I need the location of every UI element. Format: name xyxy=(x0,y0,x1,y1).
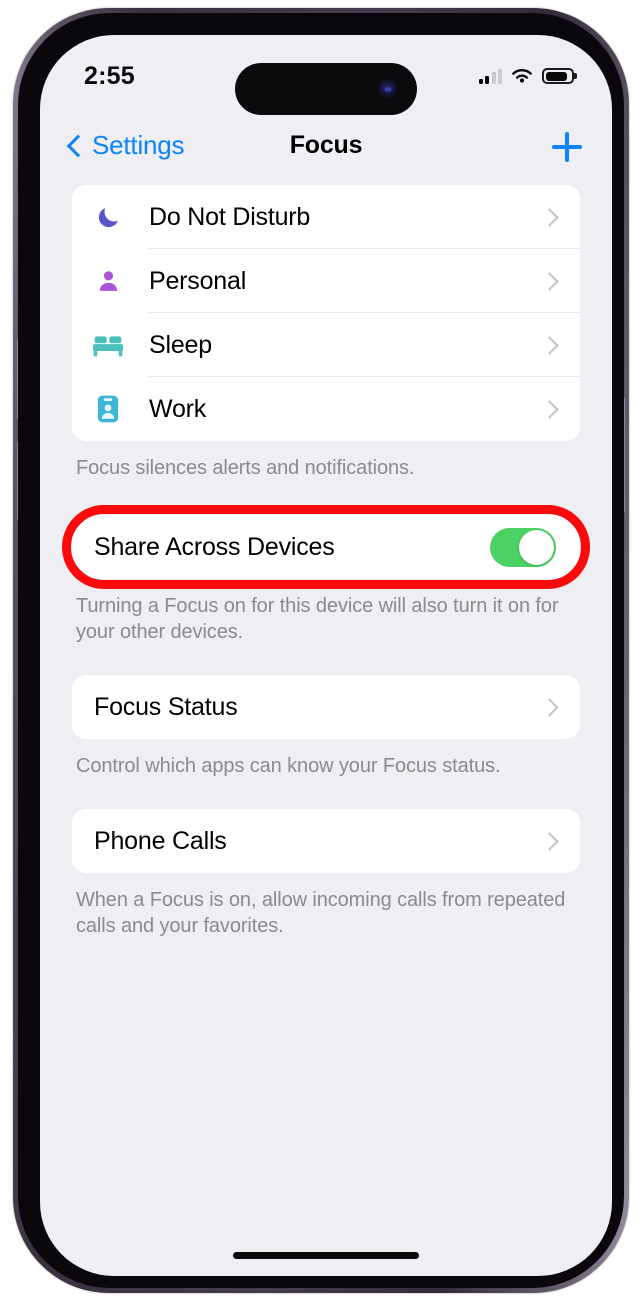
toggle-knob xyxy=(519,529,554,565)
phone-frame: 2:55 Settings Focus Do Not Disturb Perso… xyxy=(13,8,629,1293)
focus-item-work[interactable]: Work xyxy=(72,377,580,441)
focus-item-label: Personal xyxy=(149,266,247,295)
status-time: 2:55 xyxy=(84,62,135,90)
wifi-icon xyxy=(512,69,532,83)
phone-calls-footer: When a Focus is on, allow incoming calls… xyxy=(76,889,566,937)
phone-bezel: 2:55 Settings Focus Do Not Disturb Perso… xyxy=(18,13,624,1288)
battery-icon xyxy=(542,68,574,84)
share-across-devices-section: Share Across Devices xyxy=(40,505,612,589)
phone-calls-row[interactable]: Phone Calls xyxy=(72,809,580,873)
chevron-right-icon xyxy=(540,271,559,291)
phone-calls-section: Phone Calls When a Focus is on, allow in… xyxy=(40,809,612,939)
chevron-left-icon xyxy=(66,134,90,158)
chevron-right-icon xyxy=(540,399,559,419)
share-across-devices-footer: Turning a Focus on for this device will … xyxy=(76,595,559,643)
focus-status-section: Focus Status Control which apps can know… xyxy=(40,675,612,779)
chevron-right-icon xyxy=(540,697,559,717)
back-button-label: Settings xyxy=(92,130,185,160)
page-title: Focus xyxy=(289,131,363,159)
focus-status-row[interactable]: Focus Status xyxy=(72,675,580,739)
back-to-settings-button[interactable]: Settings xyxy=(66,130,185,161)
focus-status-label: Focus Status xyxy=(94,692,238,721)
status-indicators xyxy=(478,67,574,85)
navigation-bar: Settings Focus xyxy=(40,130,612,182)
front-camera-icon xyxy=(378,79,397,99)
add-focus-button[interactable] xyxy=(552,132,582,162)
focus-list-card: Do Not Disturb Personal Sleep Work xyxy=(72,185,580,441)
chevron-right-icon xyxy=(540,335,559,355)
focus-item-label: Sleep xyxy=(149,330,212,359)
focus-status-footer: Control which apps can know your Focus s… xyxy=(76,755,501,777)
focus-item-label: Work xyxy=(149,394,207,423)
focus-item-sleep[interactable]: Sleep xyxy=(72,313,580,377)
bed-icon xyxy=(90,328,126,362)
home-indicator[interactable] xyxy=(233,1252,419,1259)
share-across-devices-label: Share Across Devices xyxy=(94,532,335,561)
person-icon xyxy=(90,264,126,298)
dynamic-island xyxy=(235,63,417,115)
signal-bars-icon xyxy=(478,68,502,84)
moon-icon xyxy=(90,200,126,234)
settings-content: Do Not Disturb Personal Sleep Work Focus… xyxy=(40,185,612,939)
chevron-right-icon xyxy=(540,207,559,227)
focus-item-label: Do Not Disturb xyxy=(149,202,311,231)
share-across-devices-toggle[interactable] xyxy=(490,527,556,567)
phone-calls-label: Phone Calls xyxy=(94,826,227,855)
focus-list-footer: Focus silences alerts and notifications. xyxy=(76,457,415,479)
phone-screen: 2:55 Settings Focus Do Not Disturb Perso… xyxy=(40,35,612,1276)
id-badge-icon xyxy=(90,392,126,426)
focus-item-personal[interactable]: Personal xyxy=(72,249,580,313)
focus-item-do-not-disturb[interactable]: Do Not Disturb xyxy=(72,185,580,249)
share-across-devices-row[interactable]: Share Across Devices xyxy=(72,515,580,579)
chevron-right-icon xyxy=(540,831,559,851)
